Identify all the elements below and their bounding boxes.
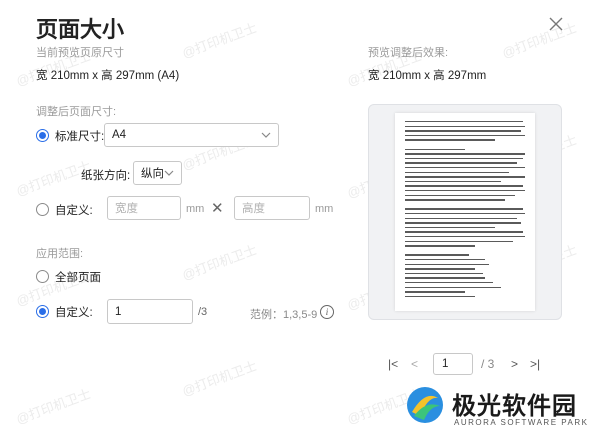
standard-size-radio[interactable] [36,129,49,142]
orientation-label: 纸张方向: [81,170,131,182]
preview-text-line [405,240,513,242]
chevron-down-icon [164,170,174,176]
preview-text-line [405,134,525,137]
preview-text-line [405,194,515,196]
standard-size-label: 标准尺寸: [55,131,105,143]
close-icon [549,17,563,31]
preview-text-line [405,291,465,293]
preview-text-line [405,139,495,141]
preview-text-line [405,226,495,229]
preview-text-line [405,254,469,256]
logo-subtitle: AURORA SOFTWARE PARK [454,418,589,427]
preview-text-line [405,245,475,247]
preview-text-line [405,259,485,261]
range-label: 应用范围: [36,248,84,260]
standard-size-value: A4 [112,129,127,141]
preview-size-value: 宽 210mm x 高 297mm [368,70,487,82]
preview-text-line [405,222,521,224]
orientation-value: 纵向 [141,168,164,180]
standard-size-select[interactable]: A4 [104,123,279,147]
custom-range-radio[interactable] [36,305,49,318]
preview-text-line [405,180,501,183]
width-placeholder: 宽度 [115,203,138,215]
custom-range-label: 自定义: [55,307,93,319]
preview-text-line [405,236,525,238]
watermark: @打印机卫士 [180,358,259,399]
next-page-button[interactable]: > [511,357,518,371]
custom-size-label: 自定义: [55,205,93,217]
preview-text-line [405,176,525,178]
aurora-logo-icon [406,386,444,424]
preview-text-line [405,148,465,150]
preview-text-line [405,268,475,270]
chevron-down-icon [261,132,271,138]
preview-text-line [405,162,517,164]
preview-text-line [405,213,525,215]
first-page-button[interactable]: |< [388,357,398,371]
custom-size-radio[interactable] [36,203,49,216]
range-example: 范例：1,3,5-9 [250,309,318,321]
watermark: @打印机卫士 [180,20,259,61]
last-page-button[interactable]: >| [530,357,540,371]
preview-label: 预览调整后效果: [368,47,449,59]
preview-page [395,113,535,311]
watermark: @打印机卫士 [180,242,259,283]
preview-text-line [405,231,523,233]
height-input[interactable]: 高度 [234,196,310,220]
close-button[interactable] [548,16,564,32]
watermark: @打印机卫士 [14,386,93,427]
custom-range-input[interactable]: 1 [107,299,193,324]
preview-text-line [405,153,525,155]
current-size-value: 宽 210mm x 高 297mm (A4) [36,70,180,82]
times-icon: ✕ [211,200,224,217]
total-pages: /3 [198,306,208,318]
preview-text-line [405,157,523,160]
height-unit: mm [315,203,334,215]
preview-text-line [405,208,523,210]
width-input[interactable]: 宽度 [107,196,181,220]
adjusted-size-label: 调整后页面尺寸: [36,106,117,118]
preview-text-line [405,277,485,279]
width-unit: mm [186,203,205,215]
preview-text-line [405,185,523,187]
preview-text-line [405,171,509,173]
preview-text-line [405,217,517,219]
preview-text-line [405,121,523,123]
preview-text-line [405,130,521,132]
page-number-input[interactable]: 1 [433,353,473,375]
page-total: / 3 [481,357,495,371]
all-pages-label: 全部页面 [55,272,101,284]
logo-name: 极光软件园 [452,393,577,420]
preview-text-line [405,286,501,288]
all-pages-radio[interactable] [36,270,49,283]
dialog-title: 页面大小 [36,17,125,42]
info-icon[interactable]: i [320,305,334,319]
preview-text-line [405,263,489,265]
page-number-value: 1 [442,358,449,370]
preview-text-line [405,272,483,275]
preview-text-line [405,295,475,298]
orientation-select[interactable]: 纵向 [133,161,182,185]
preview-text-line [405,167,525,169]
custom-range-value: 1 [115,305,122,318]
preview-text-line [405,282,493,284]
preview-text-line [405,199,505,201]
preview-text-line [405,190,525,192]
preview-text-line [405,125,525,127]
current-size-label: 当前预览页原尺寸 [36,47,124,59]
prev-page-button[interactable]: < [411,357,418,371]
watermark: @打印机卫士 [500,20,579,61]
height-placeholder: 高度 [242,203,265,215]
